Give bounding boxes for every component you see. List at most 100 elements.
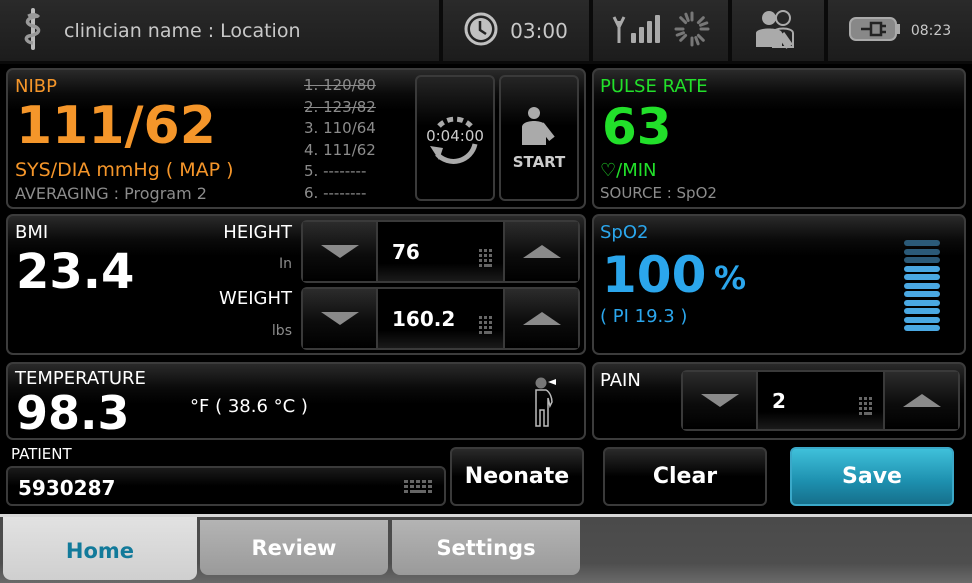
temperature-value: 98.3 — [16, 386, 130, 440]
nibp-history-item: 5. -------- — [304, 162, 367, 180]
temperature-units: °F ( 38.6 °C ) — [190, 396, 308, 417]
status-header: clinician name : Location 03:00 08:23 — [0, 0, 972, 64]
signal-segment-lit — [904, 325, 940, 331]
pain-stepper[interactable]: 2 — [681, 370, 960, 431]
height-stepper[interactable]: 76 — [301, 220, 580, 283]
clinician-patient-icon — [753, 9, 803, 53]
nibp-interval-button[interactable]: 0:04:00 — [415, 75, 495, 201]
tab-settings[interactable]: Settings — [392, 520, 580, 575]
weight-input[interactable]: 160.2 — [378, 289, 503, 348]
height-input[interactable]: 76 — [378, 222, 503, 281]
signal-segment-lit — [904, 308, 940, 314]
nibp-history-item: 1. 120/80 — [304, 76, 376, 94]
height-increment-button[interactable] — [503, 222, 578, 281]
signal-segment-lit — [904, 282, 940, 289]
bottom-tab-bar: Home Review Settings — [0, 514, 972, 583]
pain-value: 2 — [772, 388, 786, 413]
patient-label: PATIENT — [11, 445, 72, 463]
interval-timer-value: 03:00 — [510, 18, 568, 43]
pulse-rate-panel: PULSE RATE 63 ♡/MIN SOURCE : SpO2 — [592, 68, 966, 209]
nibp-averaging: AVERAGING : Program 2 — [15, 184, 207, 203]
signal-segment-lit — [904, 299, 940, 306]
clock-icon — [464, 12, 498, 50]
height-unit: In — [278, 256, 292, 272]
clinician-location-text: clinician name : Location — [64, 19, 301, 42]
nibp-value: 111/62 — [16, 96, 216, 156]
pain-label: PAIN — [600, 370, 641, 391]
battery-plug-icon — [848, 16, 901, 46]
nibp-start-button[interactable]: START — [499, 75, 579, 201]
pain-panel: PAIN 2 — [592, 362, 966, 440]
pain-decrement-button[interactable] — [683, 372, 758, 429]
signal-segment-lit — [904, 291, 940, 297]
spo2-signal-strength-bar — [904, 240, 940, 334]
signal-segment-lit — [904, 316, 940, 323]
nibp-history-item: 2. 123/82 — [304, 97, 376, 116]
weight-value: 160.2 — [392, 306, 456, 331]
loading-spinner-icon — [674, 11, 710, 51]
height-value: 76 — [392, 239, 420, 264]
keyboard-icon[interactable] — [404, 480, 436, 500]
bmi-value: 23.4 — [16, 244, 135, 300]
pulse-rate-units: ♡/MIN — [600, 160, 657, 181]
patient-id-field[interactable]: 5930287 — [6, 466, 446, 506]
oral-temp-site-icon[interactable] — [532, 376, 558, 432]
pain-input[interactable]: 2 — [758, 372, 883, 429]
patient-id-value: 5930287 — [18, 476, 116, 500]
keypad-icon[interactable] — [479, 316, 493, 340]
chevron-down-icon — [320, 312, 359, 325]
clear-button[interactable]: Clear — [603, 447, 767, 506]
spo2-pi: ( PI 19.3 ) — [600, 306, 688, 327]
connectivity-status[interactable] — [593, 0, 728, 61]
nibp-panel: NIBP 111/62 SYS/DIA mmHg ( MAP ) AVERAGI… — [6, 68, 586, 209]
keypad-icon[interactable] — [479, 249, 493, 273]
height-label: HEIGHT — [223, 222, 292, 243]
signal-segment-unlit — [904, 248, 940, 255]
pulse-rate-value: 63 — [602, 98, 672, 156]
pulse-rate-source: SOURCE : SpO2 — [600, 184, 717, 202]
weight-unit: lbs — [271, 323, 292, 339]
save-button[interactable]: Save — [790, 447, 954, 506]
height-decrement-button[interactable] — [303, 222, 378, 281]
chevron-up-icon — [522, 312, 561, 325]
tab-home[interactable]: Home — [3, 517, 197, 580]
spo2-label: SpO2 — [600, 222, 649, 243]
signal-segment-unlit — [904, 257, 940, 263]
nibp-label: NIBP — [15, 76, 57, 97]
signal-segment-unlit — [904, 240, 940, 246]
nibp-history-list: 1. 120/80 2. 123/82 3. 110/64 4. 111/62 … — [304, 75, 416, 204]
weight-increment-button[interactable] — [503, 289, 578, 348]
clinician-location-bar[interactable]: clinician name : Location — [0, 0, 439, 61]
weight-stepper[interactable]: 160.2 — [301, 287, 580, 350]
nibp-history-item: 6. -------- — [304, 183, 367, 202]
spo2-value: 100 — [602, 246, 707, 304]
temperature-panel: TEMPERATURE 98.3 °F ( 38.6 °C ) — [6, 362, 586, 440]
chevron-down-icon — [700, 394, 739, 407]
bmi-panel: BMI 23.4 HEIGHT In WEIGHT lbs 76 160.2 — [6, 214, 586, 355]
chevron-down-icon — [320, 245, 359, 258]
nibp-start-label: START — [512, 153, 566, 171]
neonate-button[interactable]: Neonate — [450, 447, 584, 506]
signal-segment-lit — [904, 265, 940, 272]
signal-segment-lit — [904, 274, 940, 280]
wireless-signal-icon — [612, 13, 662, 49]
chevron-up-icon — [902, 394, 941, 407]
pulse-rate-label: PULSE RATE — [600, 76, 708, 97]
cuff-patient-icon — [519, 105, 559, 149]
chevron-up-icon — [522, 245, 561, 258]
weight-decrement-button[interactable] — [303, 289, 378, 348]
nibp-history-item: 4. 111/62 — [304, 140, 376, 159]
tab-review[interactable]: Review — [200, 520, 388, 575]
keypad-icon[interactable] — [859, 397, 873, 421]
interval-timer[interactable]: 03:00 — [443, 0, 589, 61]
weight-label: WEIGHT — [219, 288, 292, 309]
caduceus-icon — [22, 6, 44, 56]
battery-status[interactable]: 08:23 — [828, 0, 972, 61]
battery-time: 08:23 — [910, 22, 952, 39]
pain-increment-button[interactable] — [883, 372, 958, 429]
nibp-history-item: 3. 110/64 — [304, 119, 376, 137]
nibp-units: SYS/DIA mmHg ( MAP ) — [15, 159, 234, 181]
clinician-patient-button[interactable] — [732, 0, 824, 61]
spo2-unit: % — [714, 259, 747, 297]
interval-cycle-icon: 0:04:00 — [425, 108, 485, 168]
